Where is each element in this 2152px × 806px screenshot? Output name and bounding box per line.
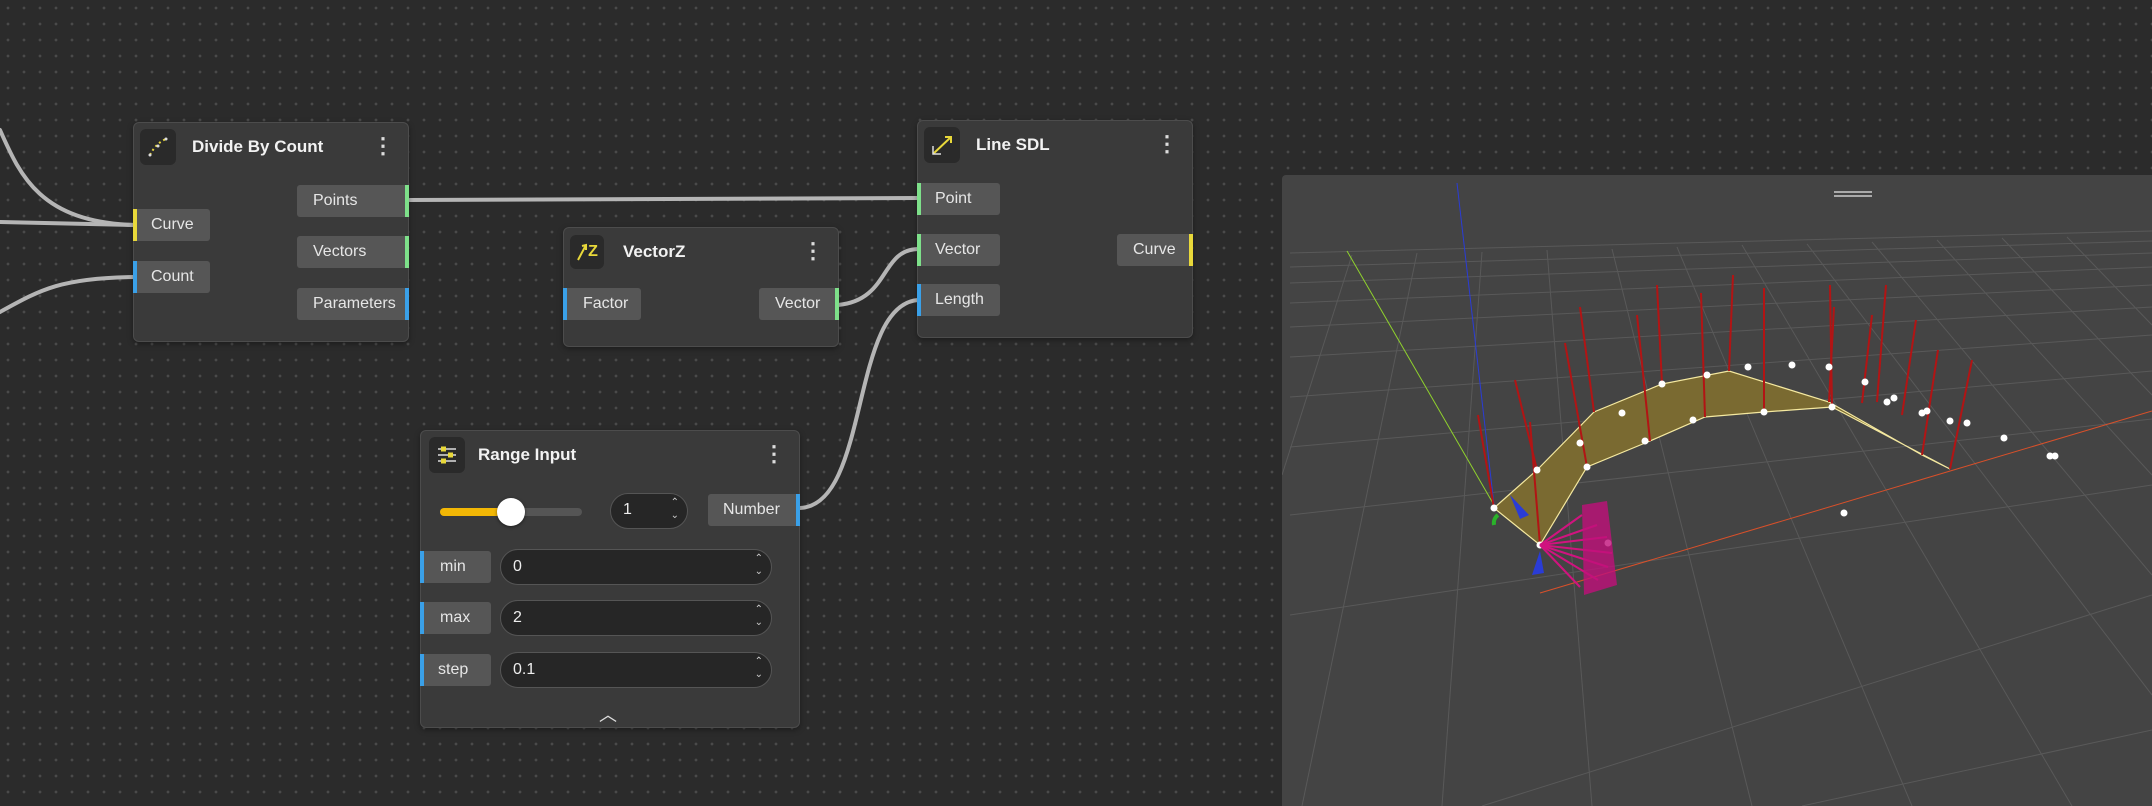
max-field-arrows[interactable]: ⌃ ⌄ (755, 603, 763, 629)
step-field-value: 0.1 (513, 661, 536, 678)
chevron-down-icon[interactable]: ⌄ (755, 616, 763, 629)
output-port-number[interactable]: Number (708, 494, 800, 526)
min-field-value: 0 (513, 558, 522, 575)
chevron-up-icon[interactable]: ⌃ (755, 655, 763, 668)
sliders-icon (429, 437, 465, 473)
node-title: Divide By Count (192, 137, 324, 156)
vector-z-icon: Z (570, 235, 604, 269)
input-port-point[interactable]: Point (917, 183, 1000, 215)
step-field-arrows[interactable]: ⌃ ⌄ (755, 655, 763, 681)
input-port-max[interactable]: max (420, 602, 491, 634)
drag-handle-icon[interactable] (1834, 191, 1872, 197)
value-stepper-arrows[interactable]: ⌃ ⌄ (671, 496, 679, 522)
max-field[interactable]: 2 ⌃ ⌄ (500, 600, 772, 636)
line-sdl-icon (924, 127, 960, 163)
chevron-up-icon[interactable]: ⌃ (755, 552, 763, 565)
node-header[interactable]: Line SDL ⋮ (918, 121, 1192, 169)
node-title: Line SDL (976, 135, 1050, 154)
node-title: VectorZ (623, 242, 686, 261)
wire-vector-vector (836, 247, 920, 307)
node-divide-by-count[interactable]: Divide By Count ⋮ Curve Count Points Vec… (133, 122, 409, 342)
output-port-vectors[interactable]: Vectors (297, 236, 409, 268)
output-port-vector[interactable]: Vector (759, 288, 839, 320)
node-header[interactable]: Z VectorZ ⋮ (564, 228, 838, 276)
y-axis-line (1346, 250, 1495, 506)
chevron-down-icon[interactable]: ⌄ (671, 509, 679, 522)
max-field-value: 2 (513, 609, 522, 626)
vertical-ellipsis-icon[interactable]: ⋮ (1156, 133, 1178, 155)
input-port-vector[interactable]: Vector (917, 234, 1000, 266)
value-stepper[interactable]: 1 ⌃ ⌄ (610, 493, 688, 529)
chevron-down-icon[interactable]: ⌄ (755, 565, 763, 578)
vertical-ellipsis-icon[interactable]: ⋮ (372, 135, 394, 157)
input-port-curve[interactable]: Curve (133, 209, 210, 241)
extruded-surface (1493, 370, 1951, 546)
chevron-down-icon[interactable]: ⌄ (755, 668, 763, 681)
vertical-ellipsis-icon[interactable]: ⋮ (802, 240, 824, 262)
range-slider-thumb[interactable] (497, 498, 525, 526)
vector-z-icon-label: Z (588, 243, 598, 260)
input-port-step[interactable]: step (420, 654, 491, 686)
node-header[interactable]: Divide By Count ⋮ (134, 123, 408, 171)
vertical-ellipsis-icon[interactable]: ⋮ (763, 443, 785, 465)
viewport-scene[interactable] (1282, 175, 2152, 806)
input-port-length[interactable]: Length (917, 284, 1000, 316)
input-port-count[interactable]: Count (133, 261, 210, 293)
wire-in-curve-b (0, 220, 136, 227)
output-port-parameters[interactable]: Parameters (297, 288, 409, 320)
node-title: Range Input (478, 445, 577, 464)
divide-curve-icon (140, 129, 176, 165)
node-line-sdl[interactable]: Line SDL ⋮ Point Vector Length Curve (917, 120, 1193, 338)
step-field[interactable]: 0.1 ⌃ ⌄ (500, 652, 772, 688)
chevron-up-icon[interactable]: ⌃ (755, 603, 763, 616)
node-range-input[interactable]: Range Input ⋮ 1 ⌃ ⌄ Number min 0 ⌃ ⌄ max… (420, 430, 800, 728)
output-port-curve[interactable]: Curve (1117, 234, 1193, 266)
input-port-min[interactable]: min (420, 551, 491, 583)
input-port-factor[interactable]: Factor (563, 288, 641, 320)
min-field-arrows[interactable]: ⌃ ⌄ (755, 552, 763, 578)
z-axis-line (1456, 182, 1495, 506)
3d-viewport[interactable] (1282, 175, 2152, 806)
min-field[interactable]: 0 ⌃ ⌄ (500, 549, 772, 585)
wire-in-curve-a (0, 128, 136, 227)
node-header[interactable]: Range Input ⋮ (421, 431, 799, 479)
chevron-up-icon[interactable]: ⌃ (671, 496, 679, 509)
value-stepper-value: 1 (623, 501, 632, 518)
node-vectorz[interactable]: Z VectorZ ⋮ Factor Vector (563, 227, 839, 347)
collapse-chevron-icon[interactable]: ︿ (599, 701, 617, 727)
ground-grid (1282, 230, 2152, 806)
range-slider[interactable] (440, 498, 582, 526)
wire-points-point (408, 196, 920, 202)
wire-in-count (0, 275, 136, 314)
output-port-points[interactable]: Points (297, 185, 409, 217)
